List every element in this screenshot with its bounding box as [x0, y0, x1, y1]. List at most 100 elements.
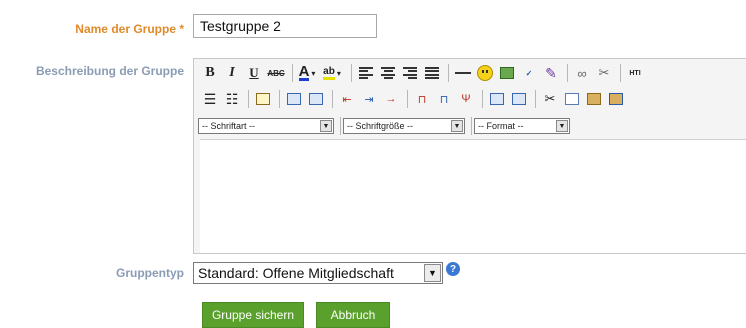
group-type-value: Standard: Offene Mitgliedschaft [198, 265, 394, 281]
insert-link-button[interactable]: ∞ [572, 63, 592, 83]
align-justify-button[interactable] [422, 63, 442, 83]
emoticon-button[interactable] [475, 63, 495, 83]
align-center-icon [381, 67, 395, 79]
underline-button[interactable]: U [244, 63, 264, 83]
toolbar-separator [248, 90, 249, 108]
delete-row-icon: → [385, 93, 397, 105]
group-name-label: Name der Gruppe * [75, 22, 184, 36]
toolbar-separator [620, 64, 621, 82]
font-size-value: -- Schriftgröße -- [347, 121, 414, 131]
format-value: -- Format -- [478, 121, 524, 131]
unlink-icon: ✂ [598, 65, 610, 80]
edit-icon [256, 93, 270, 105]
spellcheck-icon: ✓ [525, 68, 533, 78]
group-description-label: Beschreibung der Gruppe [35, 64, 184, 78]
font-family-dropdown[interactable]: -- Schriftart -- ▼ [198, 118, 334, 134]
highlight-icon: ab [323, 66, 335, 80]
edit-style-button[interactable] [253, 89, 273, 109]
split-cells-button[interactable] [509, 89, 529, 109]
bullet-list-icon: ☰ [203, 90, 217, 107]
broom-icon: ✎ [545, 64, 557, 81]
font-color-button[interactable]: A ▾ [297, 63, 317, 83]
toolbar-separator [279, 90, 280, 108]
font-color-icon: A [298, 63, 310, 81]
insert-row-before-icon: ⇤ [342, 93, 352, 106]
toolbar-separator [567, 64, 568, 82]
group-name-input[interactable] [193, 14, 377, 38]
insert-row-after-icon: ⇥ [364, 93, 374, 106]
help-icon[interactable]: ? [446, 262, 460, 276]
insert-col-after-icon: ⊓ [439, 93, 449, 106]
chevron-down-icon: ▾ [311, 68, 316, 78]
editor-toolbar-row-2: ☰ ☷ ⇤ ⇥ → ⊓ ⊓ Ψ ✂ [200, 87, 628, 111]
paste-button[interactable] [584, 89, 604, 109]
align-center-button[interactable] [378, 63, 398, 83]
rich-text-editor: B I U ABC A ▾ ab ▾ ✓ ✎ ∞ ✂ HTI ☰ ☷ ⇤ ⇥ →… [193, 58, 746, 254]
toolbar-separator [351, 64, 352, 82]
image-icon [500, 67, 514, 79]
delete-row-button[interactable]: → [381, 89, 401, 109]
toolbar-separator [471, 117, 472, 135]
align-right-icon [403, 67, 417, 79]
bold-button[interactable]: B [200, 63, 220, 83]
cancel-button[interactable]: Abbruch [316, 302, 390, 328]
align-justify-icon [425, 67, 439, 79]
insert-row-before-button[interactable]: ⇤ [337, 89, 357, 109]
toolbar-separator [332, 90, 333, 108]
unlink-button[interactable]: ✂ [594, 63, 614, 83]
font-size-dropdown[interactable]: -- Schriftgröße -- ▼ [343, 118, 465, 134]
chevron-down-icon: ▼ [556, 120, 568, 132]
insert-col-before-icon: ⊓ [417, 93, 427, 106]
numbered-list-button[interactable]: ☷ [222, 89, 242, 109]
insert-row-after-button[interactable]: ⇥ [359, 89, 379, 109]
italic-button[interactable]: I [222, 63, 242, 83]
font-family-value: -- Schriftart -- [202, 121, 255, 131]
insert-image-button[interactable] [497, 63, 517, 83]
format-dropdown[interactable]: -- Format -- ▼ [474, 118, 570, 134]
toolbar-separator [407, 90, 408, 108]
chevron-down-icon: ▼ [451, 120, 463, 132]
editor-toolbar-row-1: B I U ABC A ▾ ab ▾ ✓ ✎ ∞ ✂ HTI [200, 61, 647, 85]
save-group-button[interactable]: Gruppe sichern [202, 302, 304, 328]
strikethrough-button[interactable]: ABC [266, 63, 286, 83]
align-left-button[interactable] [356, 63, 376, 83]
paste-icon [587, 93, 601, 105]
insert-table-button[interactable] [284, 89, 304, 109]
scissors-icon: ✂ [544, 91, 556, 106]
numbered-list-icon: ☷ [225, 90, 239, 107]
insert-col-after-button[interactable]: ⊓ [434, 89, 454, 109]
delete-col-button[interactable]: Ψ [456, 89, 476, 109]
copy-button[interactable] [562, 89, 582, 109]
chevron-down-icon: ▼ [320, 120, 332, 132]
link-icon: ∞ [577, 65, 587, 81]
group-type-label: Gruppentyp [116, 266, 184, 280]
delete-col-icon: Ψ [461, 93, 471, 105]
cleanup-button[interactable]: ✎ [541, 63, 561, 83]
bullet-list-button[interactable]: ☰ [200, 89, 220, 109]
toolbar-separator [292, 64, 293, 82]
editor-content-area[interactable] [200, 139, 746, 253]
toolbar-separator [448, 64, 449, 82]
merge-cells-button[interactable] [487, 89, 507, 109]
merge-cells-icon [490, 93, 504, 105]
paste-word-icon [609, 93, 623, 105]
align-left-icon [359, 67, 373, 79]
horizontal-rule-icon [455, 72, 471, 74]
highlight-color-button[interactable]: ab ▾ [319, 63, 345, 83]
table-properties-icon [309, 93, 323, 105]
paste-word-button[interactable] [606, 89, 626, 109]
align-right-button[interactable] [400, 63, 420, 83]
table-properties-button[interactable] [306, 89, 326, 109]
group-type-select[interactable]: Standard: Offene Mitgliedschaft ▼ [193, 262, 443, 284]
cut-button[interactable]: ✂ [540, 89, 560, 109]
horizontal-rule-button[interactable] [453, 63, 473, 83]
toolbar-separator [482, 90, 483, 108]
table-icon [287, 93, 301, 105]
toolbar-separator [535, 90, 536, 108]
chevron-down-icon: ▼ [424, 264, 441, 282]
toolbar-separator [340, 117, 341, 135]
editor-toolbar-row-3: -- Schriftart -- ▼ -- Schriftgröße -- ▼ … [198, 117, 574, 135]
html-source-button[interactable]: HTI [625, 63, 645, 83]
spellcheck-button[interactable]: ✓ [519, 63, 539, 83]
insert-col-before-button[interactable]: ⊓ [412, 89, 432, 109]
